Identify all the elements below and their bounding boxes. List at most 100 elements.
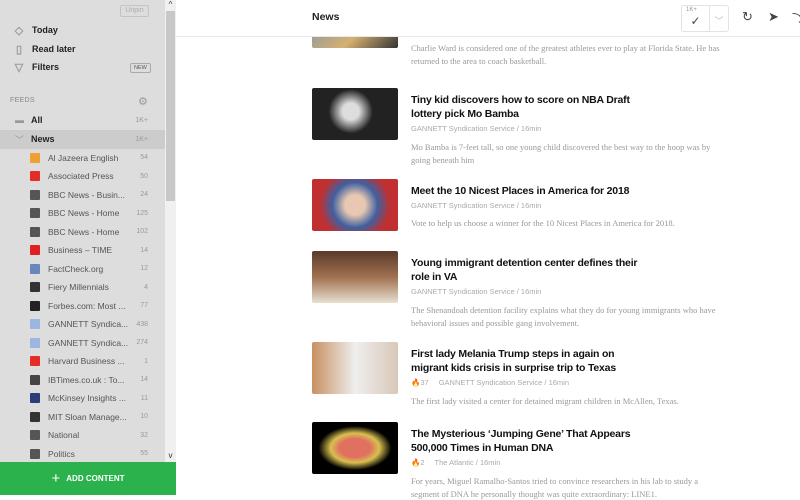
feed-count: 10: [140, 413, 148, 421]
feed-item[interactable]: Fiery Millennials 4: [0, 278, 165, 297]
feed-label: BBC News - Busin...: [48, 189, 125, 200]
add-content-button[interactable]: + ADD CONTENT: [0, 462, 176, 495]
feed-item[interactable]: Al Jazeera English 54: [0, 149, 165, 168]
article-summary: For years, Miguel Ramalho-Santos tried t…: [411, 476, 699, 499]
feed-favicon-icon: [30, 263, 40, 274]
article-title[interactable]: Meet the 10 Nicest Places in America for…: [411, 185, 641, 199]
feed-item[interactable]: BBC News - Home 102: [0, 223, 165, 242]
nav-read-later[interactable]: ▯ Read later: [12, 40, 76, 58]
chevron-down-icon[interactable]: ﹀: [15, 133, 24, 146]
plus-icon: +: [51, 470, 61, 487]
check-icon: ✓: [690, 14, 701, 28]
article-thumbnail[interactable]: [312, 251, 398, 303]
feed-favicon-icon: [30, 208, 40, 219]
article-thumbnail[interactable]: [312, 179, 398, 231]
feed-favicon-icon: [30, 374, 40, 385]
scroll-down-icon[interactable]: v: [165, 451, 176, 460]
feed-label: BBC News - Home: [48, 226, 120, 237]
mark-read-options-button[interactable]: ﹀: [710, 6, 728, 31]
bookmark-icon: ▯: [15, 43, 23, 56]
article-title[interactable]: The Mysterious ‘Jumping Gene’ That Appea…: [411, 428, 641, 455]
feed-item[interactable]: Forbes.com: Most ... 77: [0, 297, 165, 316]
feed-favicon-icon: [30, 430, 40, 441]
feed-count: 12: [140, 265, 148, 273]
feed-count: 55: [140, 450, 148, 458]
feed-item[interactable]: BBC News - Busin... 24: [0, 186, 165, 205]
feed-count: 102: [136, 228, 148, 236]
feed-news[interactable]: ﹀ News 1K+: [0, 130, 165, 149]
feed-count: 1K+: [135, 135, 148, 143]
feed-label: Fiery Millennials: [48, 282, 109, 293]
feed-favicon-icon: [30, 245, 40, 256]
gear-icon[interactable]: ⚙: [138, 95, 148, 108]
add-content-label: ADD CONTENT: [66, 474, 125, 483]
feed-count: 50: [140, 172, 148, 180]
header: News 1K+ ✓ ﹀ ↻ ➤ ⤵: [176, 0, 800, 37]
feed-favicon-icon: [30, 152, 40, 163]
article-thumbnail[interactable]: [312, 342, 398, 394]
feed-label: GANNETT Syndica...: [48, 319, 129, 330]
refresh-icon[interactable]: ↻: [742, 9, 753, 25]
feed-count: 125: [136, 209, 148, 217]
feed-favicon-icon: [30, 189, 40, 200]
nav-today[interactable]: ◇ Today: [12, 21, 58, 39]
feed-label: IBTimes.co.uk : To...: [48, 374, 125, 385]
feed-favicon-icon: [30, 356, 40, 367]
feed-all[interactable]: ▬ All 1K+: [0, 111, 165, 130]
list-icon: ▬: [15, 115, 24, 126]
feed-label: National: [48, 430, 80, 441]
feed-label: GANNETT Syndica...: [48, 337, 129, 348]
feed-count: 274: [136, 339, 148, 347]
feed-item[interactable]: GANNETT Syndica... 274: [0, 334, 165, 353]
feed-item[interactable]: IBTimes.co.uk : To... 14: [0, 371, 165, 390]
feed-count: 11: [140, 394, 148, 402]
feed-label: Forbes.com: Most ...: [48, 300, 126, 311]
article-meta: GANNETT Syndication Service / 16min: [411, 287, 542, 296]
scrollbar-thumb[interactable]: [166, 11, 175, 201]
article-meta: GANNETT Syndication Service / 16min: [411, 201, 542, 210]
feed-item[interactable]: Harvard Business ... 1: [0, 352, 165, 371]
feed-count: 4: [144, 283, 148, 291]
article-summary: Charlie Ward is considered one of the gr…: [411, 43, 720, 66]
article-summary: The first lady visited a center for deta…: [411, 396, 679, 406]
feed-count: 77: [140, 302, 148, 310]
filter-icon: ▽: [14, 61, 24, 74]
article-title[interactable]: Tiny kid discovers how to score on NBA D…: [411, 94, 641, 121]
feed-item[interactable]: McKinsey Insights ... 11: [0, 389, 165, 408]
new-badge: NEW: [130, 63, 151, 73]
article-thumbnail[interactable]: [312, 88, 398, 140]
feed-item[interactable]: BBC News - Home 125: [0, 204, 165, 223]
feed-count: 438: [136, 320, 148, 328]
feed-item[interactable]: Business – TIME 14: [0, 241, 165, 260]
feed-label: Business – TIME: [48, 245, 113, 256]
article-title[interactable]: First lady Melania Trump steps in again …: [411, 348, 641, 375]
feed-item[interactable]: National 32: [0, 426, 165, 445]
article-summary: The Shenandoah detention facility explai…: [411, 305, 716, 328]
article-summary: Mo Bamba is 7-feet tall, so one young ch…: [411, 142, 711, 165]
feed-label: Associated Press: [48, 171, 114, 182]
feed-label: Politics: [48, 448, 75, 459]
article-title[interactable]: Young immigrant detention center defines…: [411, 257, 641, 284]
feed-item[interactable]: GANNETT Syndica... 438: [0, 315, 165, 334]
mark-as-read-button[interactable]: 1K+ ✓: [682, 6, 710, 31]
article-thumbnail[interactable]: [312, 422, 398, 474]
send-icon[interactable]: ➤: [768, 9, 779, 25]
feed-count: 24: [140, 191, 148, 199]
feed-item[interactable]: MIT Sloan Manage... 10: [0, 408, 165, 427]
feed-count: 14: [140, 246, 148, 254]
feed-item[interactable]: FactCheck.org 12: [0, 260, 165, 279]
page-title: News: [312, 11, 340, 23]
more-icon[interactable]: ⤵: [792, 9, 800, 28]
unpin-button[interactable]: Unpin: [120, 5, 149, 17]
sidebar: Unpin ◇ Today ▯ Read later ▽ Filters NEW FE…: [0, 0, 165, 462]
engagement-count: 🔥2: [411, 458, 425, 467]
feed-item[interactable]: Politics 55: [0, 445, 165, 463]
sidebar-scrollbar[interactable]: ^ v: [165, 0, 176, 462]
nav-filters[interactable]: ▽ Filters: [12, 58, 59, 76]
feed-label: News: [31, 134, 55, 145]
feed-item[interactable]: Associated Press 50: [0, 167, 165, 186]
feed-label: BBC News - Home: [48, 208, 120, 219]
feed-label: FactCheck.org: [48, 263, 104, 274]
feed-label: MIT Sloan Manage...: [48, 411, 127, 422]
scroll-up-icon[interactable]: ^: [165, 0, 176, 9]
